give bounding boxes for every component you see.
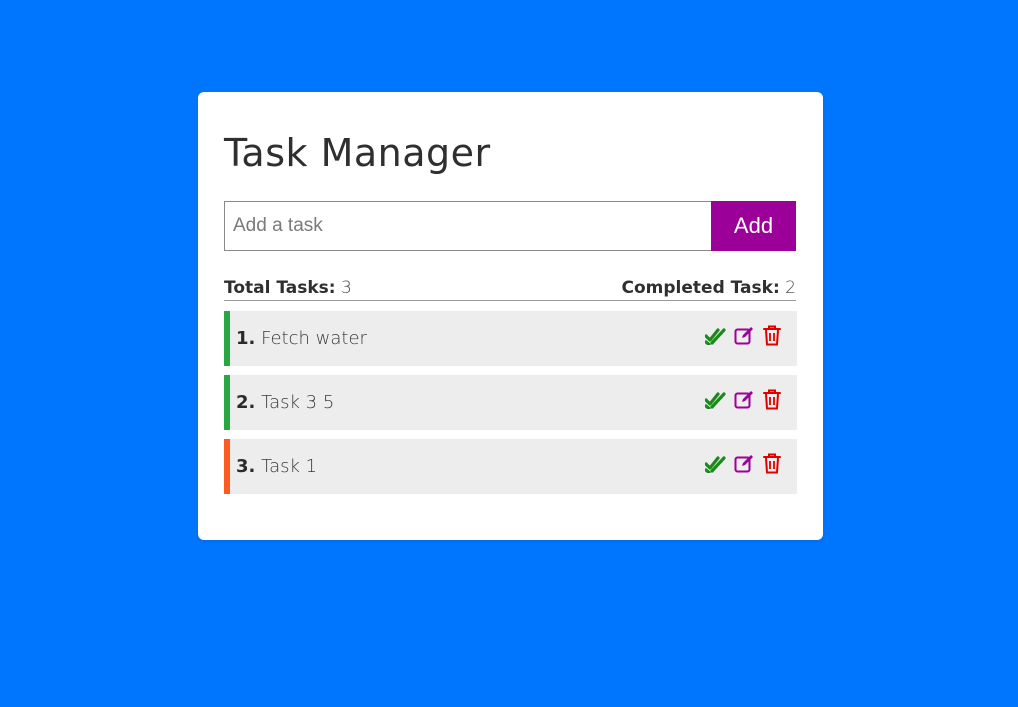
total-tasks: Total Tasks: 3: [224, 276, 352, 300]
double-check-icon[interactable]: [705, 389, 727, 411]
task-actions: [705, 453, 797, 475]
task-label: Task 1: [261, 456, 318, 477]
task-input[interactable]: [224, 201, 711, 251]
edit-icon[interactable]: [733, 453, 755, 475]
task-text: 3. Task 1: [230, 456, 705, 477]
task-actions: [705, 389, 797, 411]
task-actions: [705, 325, 797, 347]
total-tasks-label: Total Tasks:: [224, 278, 336, 298]
completed-tasks: Completed Task: 2: [622, 276, 796, 300]
trash-icon[interactable]: [761, 325, 783, 347]
total-tasks-value: 3: [341, 278, 352, 298]
task-index: 3.: [236, 456, 256, 477]
task-text: 1. Fetch water: [230, 328, 705, 349]
trash-icon[interactable]: [761, 389, 783, 411]
task-stats: Total Tasks: 3 Completed Task: 2: [224, 275, 796, 301]
double-check-icon[interactable]: [705, 325, 727, 347]
completed-tasks-label: Completed Task:: [621, 278, 780, 298]
task-list: 1. Fetch water 2. Task 3 5 3. Task 1: [224, 311, 797, 503]
edit-icon[interactable]: [733, 389, 755, 411]
task-item: 1. Fetch water: [224, 311, 797, 366]
add-button[interactable]: Add: [711, 201, 796, 251]
task-item: 3. Task 1: [224, 439, 797, 494]
completed-tasks-value: 2: [785, 278, 796, 298]
task-index: 1.: [236, 328, 256, 349]
task-text: 2. Task 3 5: [230, 392, 705, 413]
double-check-icon[interactable]: [705, 453, 727, 475]
add-task-form: Add: [224, 201, 796, 251]
trash-icon[interactable]: [761, 453, 783, 475]
task-index: 2.: [236, 392, 256, 413]
edit-icon[interactable]: [733, 325, 755, 347]
task-manager-card: Task Manager Add Total Tasks: 3 Complete…: [198, 92, 823, 540]
task-label: Fetch water: [261, 328, 367, 349]
page-title: Task Manager: [224, 131, 491, 175]
task-label: Task 3 5: [261, 392, 335, 413]
task-item: 2. Task 3 5: [224, 375, 797, 430]
